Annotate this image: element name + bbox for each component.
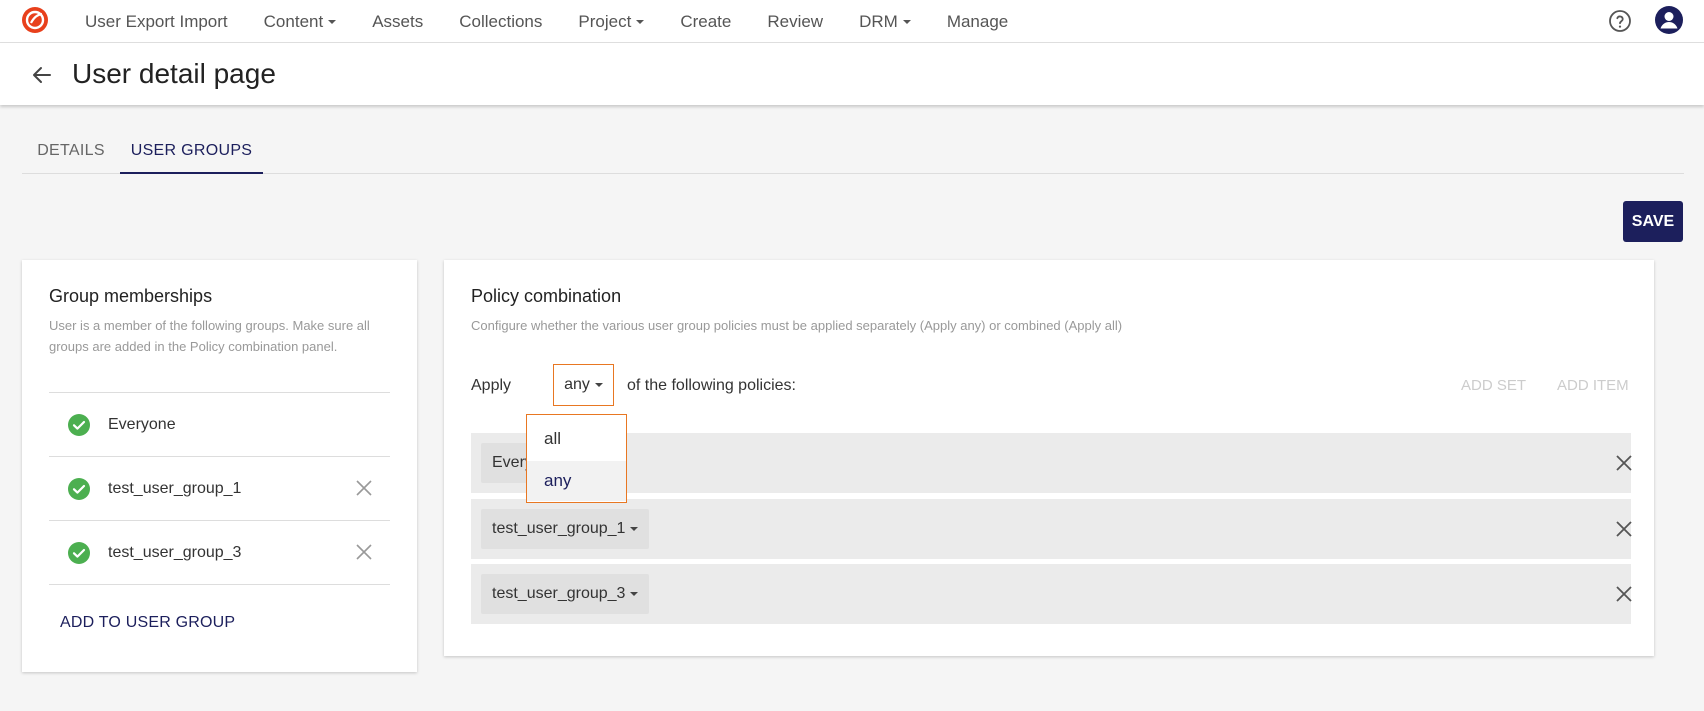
close-icon[interactable] [1614,453,1634,473]
policy-row: test_user_group_1 [471,499,1634,559]
nav-item-drm[interactable]: DRM [859,12,911,32]
nav-item-collections[interactable]: Collections [459,12,542,32]
add-item-button[interactable]: ADD ITEM [1557,377,1629,394]
list-item: Everyone [49,393,390,457]
tab-bar: DETAILS USER GROUPS [22,130,1684,174]
arrow-left-icon[interactable] [30,63,54,87]
nav-item-review[interactable]: Review [767,12,823,32]
page-header: User detail page [0,43,1704,105]
apply-mode-value: any [564,376,590,393]
list-item: test_user_group_1 [49,457,390,521]
group-memberships-title: Group memberships [49,286,213,306]
apply-label: Apply [471,377,512,394]
caret-down-icon [902,19,911,24]
caret-down-icon [630,527,639,531]
help-circle-icon[interactable] [1608,9,1632,33]
policy-combination-title: Policy combination [471,286,622,306]
dropdown-option-all[interactable]: all [527,419,626,459]
group-memberships-panel: Group memberships User is a member of th… [22,260,417,672]
nav-item-assets[interactable]: Assets [372,12,423,32]
apply-suffix: of the following policies: [627,377,796,394]
policy-row: Everyone [471,433,1634,493]
policy-row: test_user_group_3 [471,564,1634,624]
policy-combination-description: Configure whether the various user group… [471,318,1123,333]
check-circle-icon [68,542,90,564]
group-memberships-description: User is a member of the following groups… [49,318,370,354]
group-name: test_user_group_1 [108,479,242,497]
list-item: test_user_group_3 [49,521,390,585]
caret-down-icon [630,592,639,596]
nav-menu: User Export Import Content Assets Collec… [85,0,1044,43]
save-button[interactable]: SAVE [1623,201,1683,242]
add-set-button[interactable]: ADD SET [1461,377,1526,394]
apply-row: Apply any of the following policies: ADD… [471,364,1631,406]
caret-down-icon [328,19,337,24]
group-name: test_user_group_3 [108,543,242,561]
nav-item-user-export-import[interactable]: User Export Import [85,12,228,32]
close-icon[interactable] [1614,584,1634,604]
group-name: Everyone [108,415,176,433]
top-navbar: User Export Import Content Assets Collec… [0,0,1704,43]
nav-item-create[interactable]: Create [680,12,731,32]
close-icon[interactable] [1614,519,1634,539]
check-circle-icon [68,478,90,500]
policy-name: test_user_group_1 [492,520,626,537]
tab-details[interactable]: DETAILS [22,130,120,174]
policy-name: test_user_group_3 [492,585,626,602]
tab-user-groups[interactable]: USER GROUPS [120,130,263,174]
app-logo-icon[interactable] [21,6,49,34]
nav-item-project[interactable]: Project [578,12,645,32]
policy-select[interactable]: test_user_group_1 [481,509,650,549]
nav-item-manage[interactable]: Manage [947,12,1008,32]
caret-down-icon [636,19,645,24]
caret-down-icon [594,383,603,387]
apply-mode-dropdown-menu: all any [526,414,627,503]
group-list: Everyone test_user_group_1 test_user_gro… [49,392,390,585]
check-circle-icon [68,414,90,436]
nav-item-content[interactable]: Content [264,12,337,32]
user-avatar-icon[interactable] [1655,6,1683,34]
dropdown-option-any[interactable]: any [527,461,626,501]
apply-mode-select[interactable]: any [553,364,614,406]
page-title: User detail page [72,58,276,89]
close-icon[interactable] [354,478,374,498]
policy-select[interactable]: test_user_group_3 [481,574,650,614]
close-icon[interactable] [354,542,374,562]
add-to-user-group-button[interactable]: ADD TO USER GROUP [60,614,235,632]
